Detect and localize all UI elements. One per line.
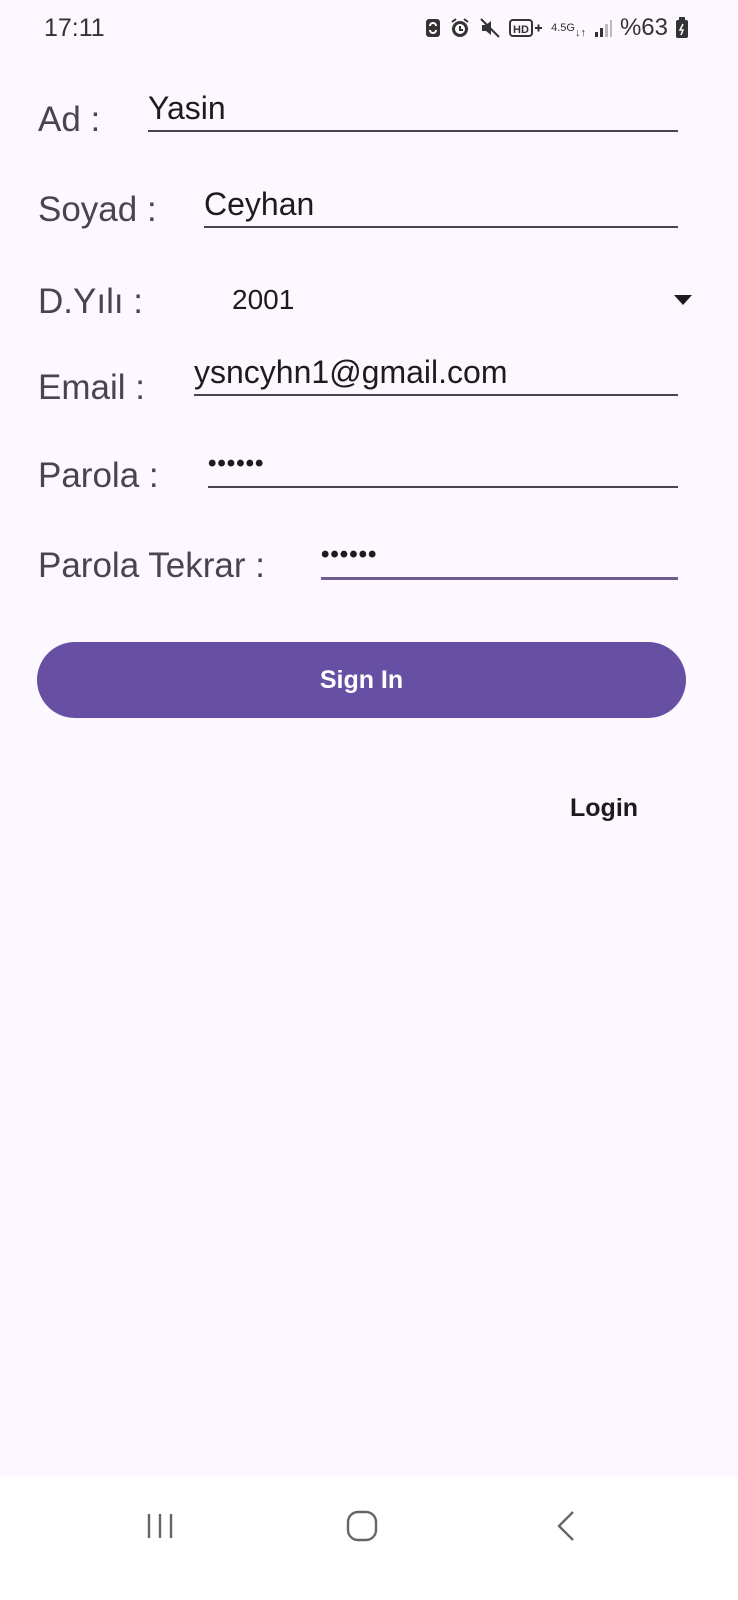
status-icons: HD 4.5G ↓↑ %63 [425,14,688,42]
email-row: Email : ysncyhn1@gmail.com [38,354,678,426]
alarm-icon [449,17,471,39]
password-input[interactable]: •••••• [208,442,678,488]
soyad-input[interactable]: Ceyhan [204,182,678,228]
battery-percent: %63 [619,14,668,41]
svg-text:HD: HD [513,24,529,36]
email-input[interactable]: ysncyhn1@gmail.com [194,350,678,396]
soyad-row: Soyad : Ceyhan [38,186,678,248]
dyili-label: D.Yılı : [38,282,144,321]
login-link[interactable]: Login [570,794,638,823]
ad-input[interactable]: Yasin [148,86,678,132]
birth-year-value: 2001 [232,284,295,315]
parola-tekrar-label: Parola Tekrar : [38,546,265,585]
password-repeat-input[interactable]: •••••• [321,533,678,580]
mute-icon [479,17,501,39]
sign-in-button[interactable]: Sign In [37,642,686,718]
signal-icon [594,18,612,38]
network-4.5g-icon: 4.5G ↓↑ [551,22,586,39]
status-bar: 17:11 HD 4.5G ↓↑ %63 [0,0,738,60]
soyad-label: Soyad : [38,190,157,229]
sync-icon [425,17,441,39]
back-icon[interactable] [536,1504,596,1548]
network-type-label: 4.5G [551,22,575,34]
ad-label: Ad : [38,100,101,139]
parola-row: Parola : •••••• [38,450,678,514]
recent-apps-icon[interactable] [130,1504,190,1548]
navigation-bar [0,1476,738,1600]
home-icon[interactable] [332,1504,392,1548]
parola-label: Parola : [38,456,159,495]
birth-year-dropdown[interactable]: 2001 [232,280,692,320]
hd-voice-icon: HD [509,17,543,39]
battery-icon [676,17,688,39]
ad-row: Ad : Yasin [38,90,678,154]
status-time: 17:11 [44,14,105,42]
dyili-row: D.Yılı : 2001 [38,280,692,340]
dropdown-arrow-icon [674,295,692,305]
parola-tekrar-row: Parola Tekrar : •••••• [38,541,678,606]
email-label: Email : [38,368,145,407]
